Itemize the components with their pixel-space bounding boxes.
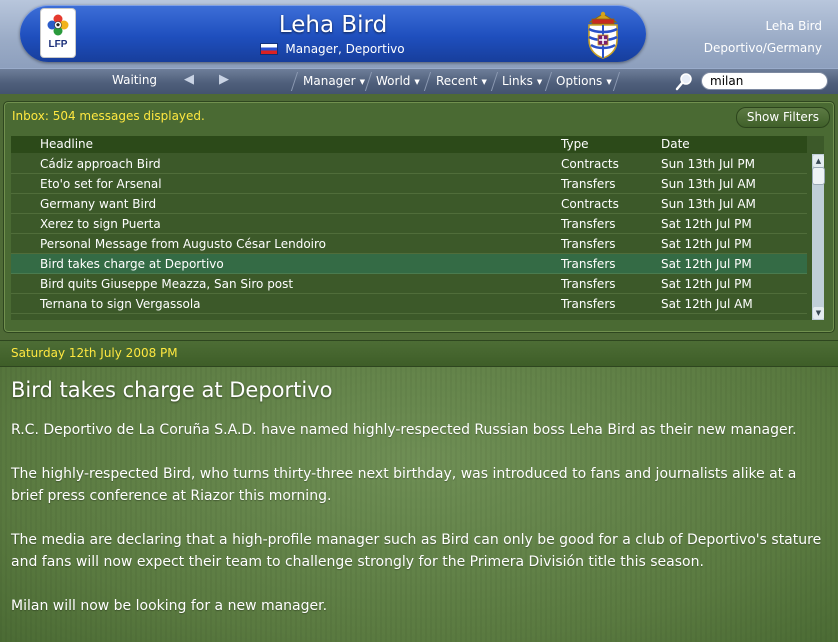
row-type: Transfers	[561, 237, 616, 251]
back-arrow-icon[interactable]: ◀	[184, 72, 194, 87]
message-table: Headline Type Date Cádiz approach Bird Co…	[11, 136, 824, 320]
row-date: Sun 13th Jul AM	[661, 177, 756, 191]
lfp-logo: LFP	[41, 9, 75, 57]
message-body: R.C. Deportivo de La Coruña S.A.D. have …	[11, 419, 826, 639]
table-row[interactable]: Xerez to sign Puerta Transfers Sat 12th Ju…	[11, 214, 807, 234]
caret-down-icon: ▼	[606, 78, 612, 86]
row-type: Transfers	[561, 177, 616, 191]
row-headline: Xerez to sign Puerta	[40, 217, 161, 231]
inbox-count-text: Inbox: 504 messages displayed.	[12, 109, 205, 123]
message-paragraph: R.C. Deportivo de La Coruña S.A.D. have …	[11, 422, 797, 438]
show-filters-button[interactable]: Show Filters	[735, 107, 830, 128]
header-bar: LFP Leha Bird Manager, Deportivo Leha Bi…	[0, 0, 838, 68]
menu-options[interactable]: Options ▼	[549, 69, 619, 94]
menu-world[interactable]: World ▼	[369, 69, 427, 94]
menu-options-label: Options	[556, 74, 603, 88]
russia-flag-icon	[261, 44, 278, 54]
menu-links[interactable]: Links ▼	[495, 69, 549, 94]
search-input[interactable]	[701, 72, 828, 90]
row-headline: Bird quits Giuseppe Meazza, San Siro pos…	[40, 277, 294, 291]
message-title: Bird takes charge at Deportivo	[11, 378, 333, 402]
row-headline: Germany want Bird	[40, 197, 157, 211]
message-date-bar: Saturday 12th July 2008 PM	[0, 341, 838, 367]
table-header: Headline Type Date	[11, 136, 807, 153]
row-type: Contracts	[561, 157, 619, 171]
row-date: Sat 12th Jul AM	[661, 297, 753, 311]
manager-subtitle: Manager, Deportivo	[200, 42, 466, 56]
subtitle-text: Manager, Deportivo	[285, 42, 405, 56]
table-row[interactable]: Bird quits Giuseppe Meazza, San Siro pos…	[11, 274, 807, 294]
column-header-headline[interactable]: Headline	[40, 136, 93, 153]
header-user-name: Leha Bird	[765, 19, 822, 33]
row-date: Sat 12th Jul PM	[661, 217, 752, 231]
inbox-panel: Inbox: 504 messages displayed. Show Filt…	[3, 101, 835, 333]
row-headline: Personal Message from Augusto César Lend…	[40, 237, 327, 251]
forward-arrow-icon[interactable]: ▶	[219, 72, 229, 87]
message-paragraph: Milan will now be looking for a new mana…	[11, 598, 328, 614]
row-date: Sat 12th Jul PM	[661, 237, 752, 251]
lfp-logo-text: LFP	[48, 39, 68, 50]
table-row[interactable]: Bird takes charge at Deportivo Transfers S…	[11, 254, 807, 274]
table-row[interactable]: Cádiz approach Bird Contracts Sun 13th Jul…	[11, 154, 807, 174]
deportivo-crest-icon[interactable]	[582, 8, 624, 60]
inbox-scrollbar[interactable]: ▲ ▼	[811, 154, 824, 320]
row-headline: Cádiz approach Bird	[40, 157, 161, 171]
column-header-type[interactable]: Type	[561, 136, 589, 153]
row-date: Sat 12th Jul PM	[661, 277, 752, 291]
table-row[interactable]: Ternana to sign Vergassola Transfers Sat 1…	[11, 294, 807, 314]
processing-status: Waiting	[112, 73, 158, 87]
table-row[interactable]: Personal Message from Augusto César Lend…	[11, 234, 807, 254]
scroll-up-icon[interactable]: ▲	[813, 155, 824, 167]
menu-manager[interactable]: Manager ▼	[296, 69, 372, 94]
row-headline: Ternana to sign Vergassola	[40, 297, 201, 311]
row-date: Sat 12th Jul PM	[661, 257, 752, 271]
row-type: Contracts	[561, 197, 619, 211]
lfp-flower-icon	[47, 14, 69, 36]
menu-world-label: World	[376, 74, 411, 88]
scroll-thumb[interactable]	[813, 168, 824, 184]
caret-down-icon: ▼	[359, 78, 365, 86]
row-date: Sun 13th Jul PM	[661, 157, 755, 171]
message-date: Saturday 12th July 2008 PM	[11, 346, 178, 360]
menu-manager-label: Manager	[303, 74, 356, 88]
caret-down-icon: ▼	[536, 78, 543, 86]
row-type: Transfers	[561, 217, 616, 231]
row-type: Transfers	[561, 297, 616, 311]
column-header-date[interactable]: Date	[661, 136, 690, 153]
row-date: Sun 13th Jul AM	[661, 197, 756, 211]
header-user-club: Deportivo/Germany	[703, 41, 822, 55]
row-type: Transfers	[561, 277, 616, 291]
manager-name: Leha Bird	[278, 12, 388, 38]
table-row[interactable]: Germany want Bird Contracts Sun 13th Jul A…	[11, 194, 807, 214]
message-paragraph: The media are declaring that a high-prof…	[11, 532, 822, 570]
main-toolbar: Waiting ◀ ▶ Manager ▼ World ▼ Recent ▼ Link…	[0, 68, 838, 94]
menu-recent-label: Recent	[436, 74, 478, 88]
scroll-down-icon[interactable]: ▼	[813, 307, 824, 319]
message-paragraph: The highly-respected Bird, who turns thi…	[11, 466, 797, 504]
row-type: Transfers	[561, 257, 616, 271]
table-row[interactable]: Eto'o set for Arsenal Transfers Sun 13th J…	[11, 174, 807, 194]
menu-recent[interactable]: Recent ▼	[429, 69, 494, 94]
row-headline: Bird takes charge at Deportivo	[40, 257, 224, 271]
caret-down-icon: ▼	[481, 78, 487, 86]
search-icon[interactable]	[673, 71, 695, 93]
message-panel: Saturday 12th July 2008 PM Bird takes ch…	[0, 340, 838, 642]
menu-links-label: Links	[502, 74, 533, 88]
row-headline: Eto'o set for Arsenal	[40, 177, 162, 191]
caret-down-icon: ▼	[414, 78, 420, 86]
